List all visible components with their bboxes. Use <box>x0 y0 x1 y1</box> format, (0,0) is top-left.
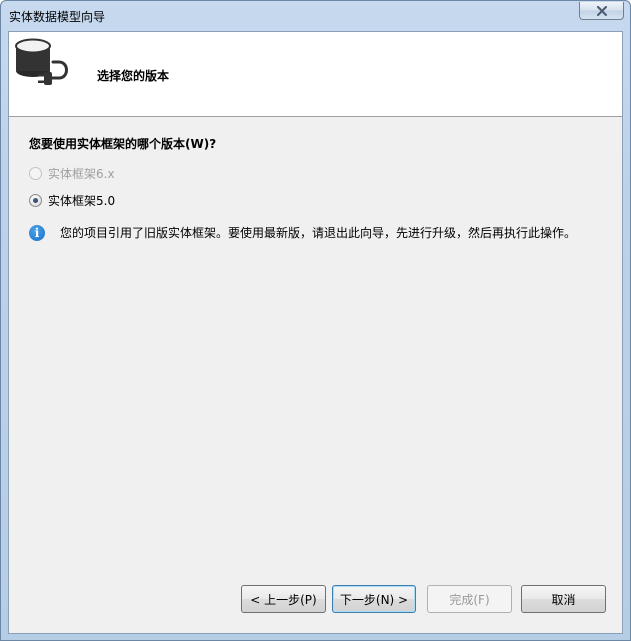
window-title: 实体数据模型向导 <box>9 10 106 24</box>
option-ef6-radio <box>29 167 42 180</box>
info-message: i 您的项目引用了旧版实体框架。要使用最新版，请退出此向导，先进行升级，然后再执… <box>29 224 576 241</box>
option-ef5-row[interactable]: 实体框架5.0 <box>29 192 115 209</box>
option-ef5-label[interactable]: 实体框架5.0 <box>48 192 115 209</box>
option-ef5-radio[interactable] <box>29 194 42 207</box>
close-icon <box>596 5 607 16</box>
info-text: 您的项目引用了旧版实体框架。要使用最新版，请退出此向导，先进行升级，然后再执行此… <box>60 226 577 240</box>
info-icon: i <box>29 224 45 241</box>
back-button[interactable]: < 上一步(P) <box>241 585 326 613</box>
wizard-body: 选择您的版本 您要使用实体框架的哪个版本(W)? 实体框架6.x 实体框架5.0… <box>8 31 623 634</box>
next-button[interactable]: 下一步(N) > <box>332 585 416 613</box>
version-question-label: 您要使用实体框架的哪个版本(W)? <box>29 137 217 151</box>
page-title: 选择您的版本 <box>97 69 170 83</box>
database-plug-icon <box>15 38 68 85</box>
cancel-button[interactable]: 取消 <box>521 585 606 613</box>
finish-button: 完成(F) <box>427 585 512 613</box>
option-ef6-row: 实体框架6.x <box>29 165 115 182</box>
close-button[interactable] <box>579 2 624 20</box>
wizard-window: 实体数据模型向导 选择您的版本 您要使用实体框架的哪个版本(W)? 实体框架6.… <box>0 0 631 641</box>
wizard-header: 选择您的版本 <box>9 32 622 117</box>
title-bar[interactable]: 实体数据模型向导 <box>1 1 630 31</box>
option-ef6-label: 实体框架6.x <box>48 167 115 181</box>
